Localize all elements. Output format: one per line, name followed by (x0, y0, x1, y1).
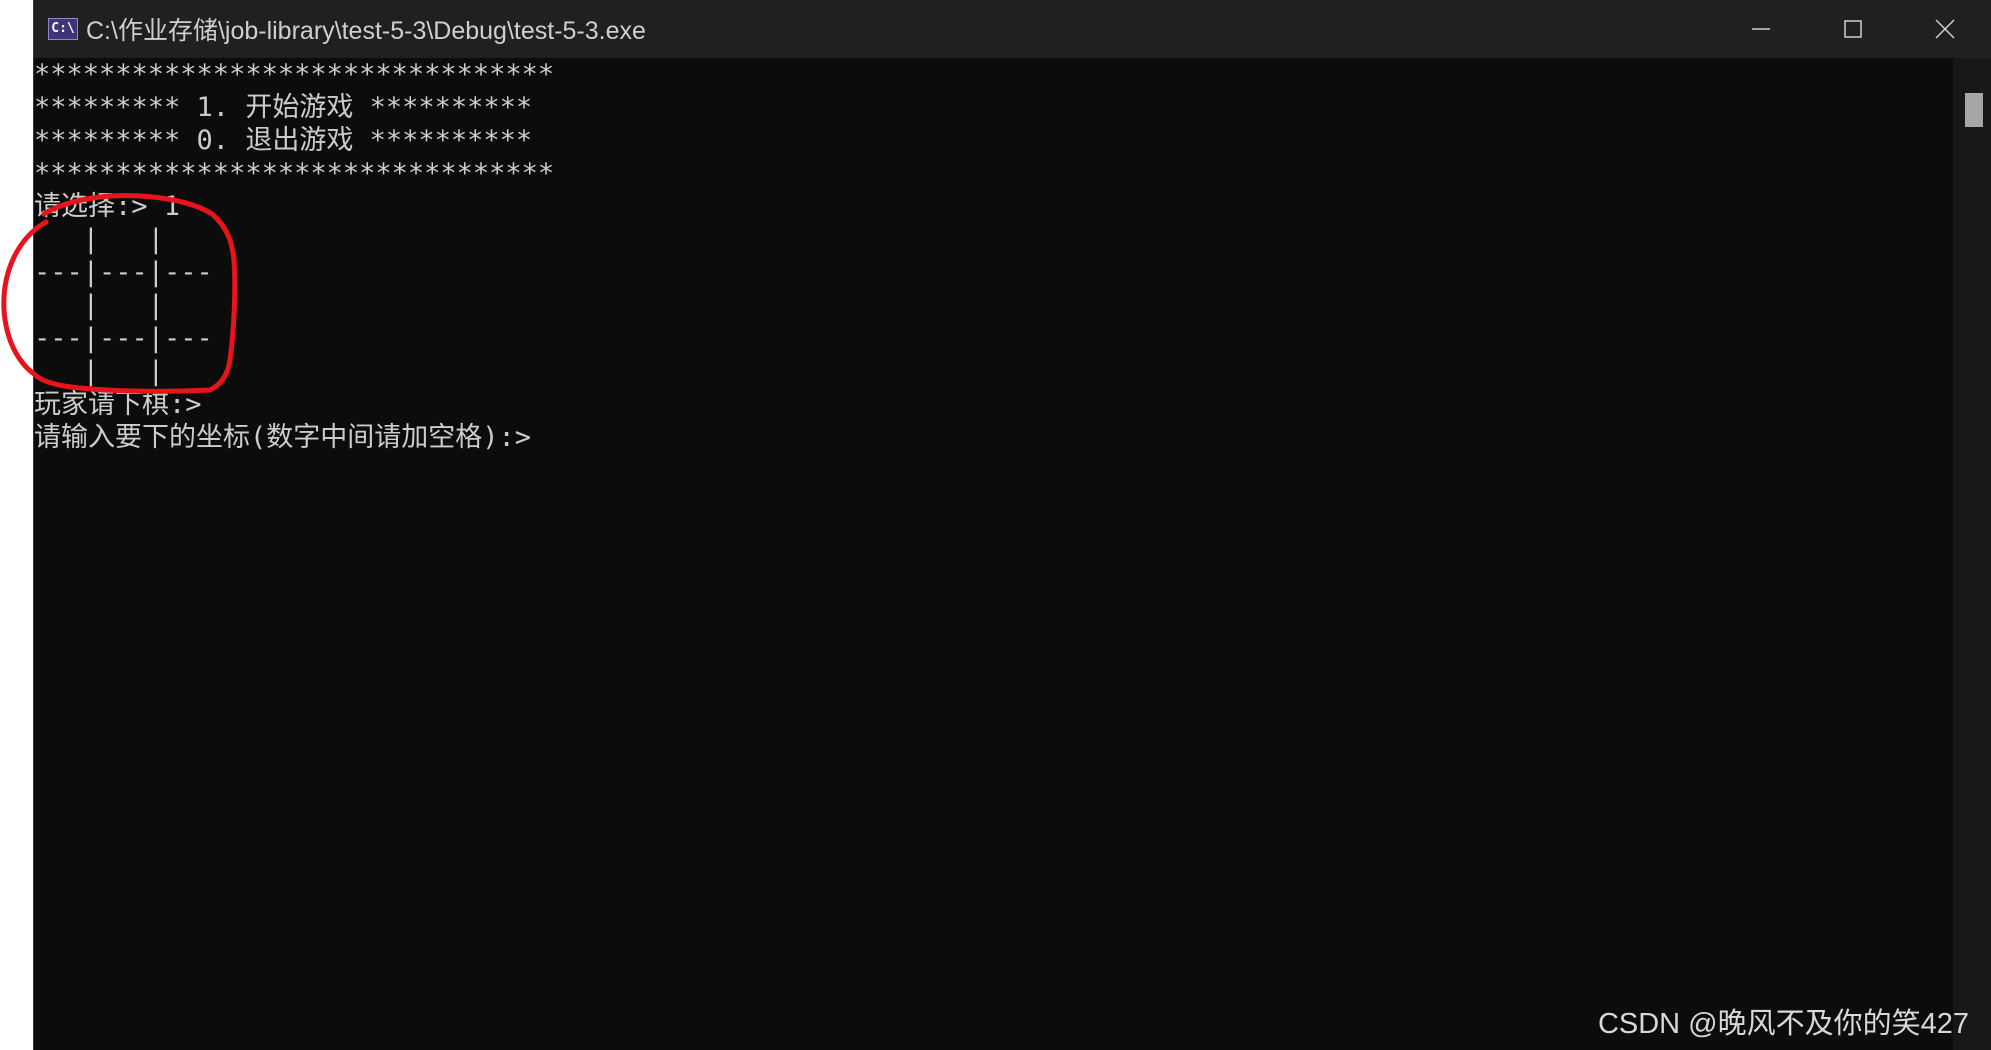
maximize-icon (1844, 20, 1862, 38)
menu-border-top: ******************************** (34, 59, 555, 90)
menu-option-exit: ********* 0. 退出游戏 ********** (34, 125, 533, 156)
console-window: C:\ C:\作业存储\job-library\test-5-3\Debug\t… (33, 0, 1991, 1050)
csdn-watermark: CSDN @晚风不及你的笑427 (1597, 1008, 1969, 1040)
minimize-icon (1752, 28, 1770, 30)
coordinate-input-prompt[interactable]: 请输入要下的坐标(数字中间请加空格):> (34, 421, 1954, 454)
minimize-button[interactable] (1715, 0, 1807, 58)
scrollbar-thumb[interactable] (1965, 93, 1983, 127)
player-turn-prompt: 玩家请下棋:> (34, 389, 202, 420)
title-bar[interactable]: C:\ C:\作业存储\job-library\test-5-3\Debug\t… (34, 0, 1991, 58)
board-row: | | (34, 290, 213, 321)
select-prompt: 请选择:> 1 (34, 191, 181, 222)
board-separator: ---|---|--- (34, 257, 213, 288)
menu-border-bottom: ******************************** (34, 158, 555, 189)
board-row: | | (34, 224, 213, 255)
close-icon (1935, 19, 1955, 39)
board-row: | | (34, 356, 213, 387)
board-separator: ---|---|--- (34, 323, 213, 354)
maximize-button[interactable] (1807, 0, 1899, 58)
window-title: C:\作业存储\job-library\test-5-3\Debug\test-… (86, 17, 646, 45)
vertical-scrollbar[interactable] (1953, 58, 1991, 1050)
console-app-icon: C:\ (48, 18, 78, 40)
console-output[interactable]: ******************************** *******… (34, 58, 1954, 1050)
window-controls (1715, 0, 1991, 58)
menu-option-start: ********* 1. 开始游戏 ********** (34, 92, 533, 123)
close-button[interactable] (1899, 0, 1991, 58)
